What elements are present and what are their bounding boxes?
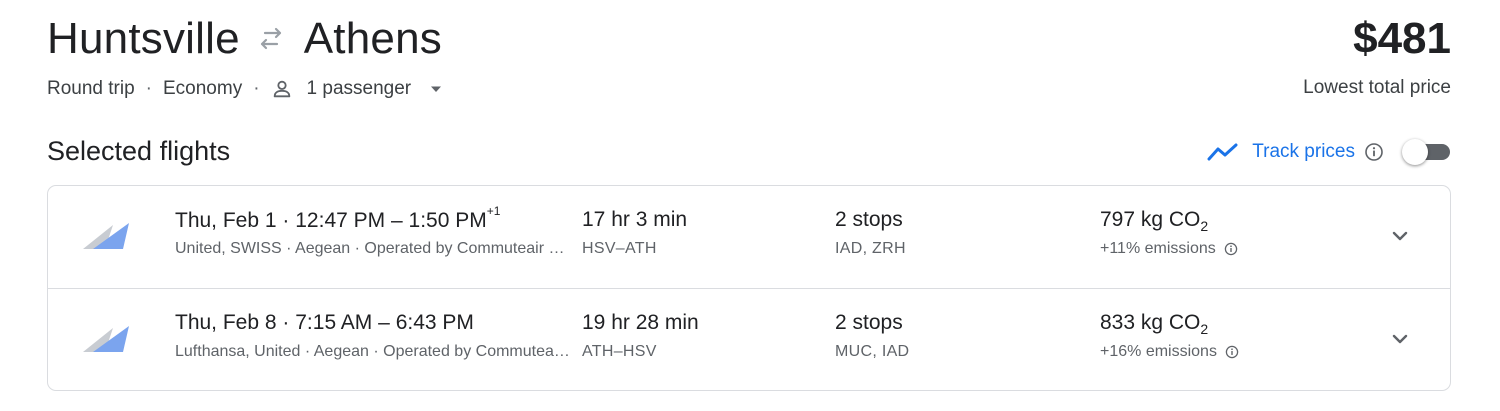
- flight-row[interactable]: Thu, Feb 8 · 7:15 AM – 6:43 PM Lufthansa…: [48, 289, 1450, 390]
- flight-times: Thu, Feb 8 · 7:15 AM – 6:43 PM: [175, 311, 474, 335]
- toggle-knob: [1402, 139, 1428, 165]
- flight-date: Thu, Feb 8: [175, 311, 277, 334]
- co2-amount: 797 kg CO2: [1100, 208, 1209, 234]
- trip-options: Round trip · Economy · 1 passenger: [47, 76, 443, 102]
- arrival-time: 1:50 PM: [408, 209, 487, 232]
- emissions-percent: +11% emissions: [1100, 240, 1216, 257]
- stop-count: 2 stops: [835, 311, 903, 334]
- flight-times: Thu, Feb 1 · 12:47 PM – 1:50 PM+1: [175, 204, 500, 233]
- chevron-down-icon[interactable]: [1388, 224, 1412, 248]
- total-price: $481: [1353, 14, 1451, 63]
- track-prices[interactable]: Track prices: [1207, 135, 1452, 169]
- track-prices-label[interactable]: Track prices: [1252, 141, 1355, 163]
- time-dash: –: [390, 209, 403, 232]
- co2-subscript: 2: [1200, 321, 1209, 337]
- info-icon[interactable]: [1364, 142, 1384, 162]
- day-offset: +1: [486, 204, 501, 218]
- route-title: Huntsville Athens: [47, 14, 442, 64]
- co2-value: 833 kg CO: [1100, 311, 1201, 334]
- separator-dot: ·: [282, 209, 290, 232]
- separator-dot: ·: [253, 78, 260, 99]
- section-title: Selected flights: [47, 136, 231, 166]
- info-icon[interactable]: [1225, 345, 1239, 359]
- lowest-price-label: Lowest total price: [1303, 77, 1451, 98]
- passenger-count[interactable]: 1 passenger: [307, 78, 412, 100]
- airline-logo-icon: [83, 326, 129, 352]
- co2-value: 797 kg CO: [1100, 208, 1201, 231]
- route-codes: HSV–ATH: [582, 240, 657, 257]
- trip-header: Huntsville Athens $481: [47, 10, 1451, 70]
- trip-type: Round trip: [47, 78, 135, 99]
- airline-logo-icon: [83, 223, 129, 249]
- flight-duration: 17 hr 3 min: [582, 208, 688, 231]
- destination-city: Athens: [303, 14, 442, 63]
- airline-names: United, SWISS · Aegean · Operated by Com…: [175, 240, 570, 257]
- person-icon: [273, 80, 290, 98]
- separator-dot: ·: [145, 78, 152, 99]
- co2-subscript: 2: [1200, 218, 1209, 234]
- time-dash: –: [378, 311, 390, 334]
- emissions-percent: +16% emissions: [1100, 343, 1217, 360]
- flight-duration: 19 hr 28 min: [582, 311, 699, 334]
- arrival-time: 6:43 PM: [395, 311, 474, 334]
- stop-count: 2 stops: [835, 208, 903, 231]
- emissions-note: +16% emissions: [1100, 343, 1239, 361]
- co2-amount: 833 kg CO2: [1100, 311, 1209, 337]
- caret-down-icon[interactable]: [429, 82, 443, 96]
- selected-flights-card: Thu, Feb 1 · 12:47 PM – 1:50 PM+1 United…: [47, 185, 1451, 391]
- departure-time: 12:47 PM: [295, 209, 386, 232]
- airline-names: Lufthansa, United · Aegean · Operated by…: [175, 343, 570, 360]
- trending-icon: [1207, 143, 1238, 161]
- route-codes: ATH–HSV: [582, 343, 657, 360]
- origin-city: Huntsville: [47, 14, 240, 63]
- info-icon[interactable]: [1224, 242, 1238, 256]
- stop-airports: MUC, IAD: [835, 343, 910, 360]
- flight-row[interactable]: Thu, Feb 1 · 12:47 PM – 1:50 PM+1 United…: [48, 186, 1450, 289]
- swap-arrows-icon: [260, 27, 281, 50]
- stop-airports: IAD, ZRH: [835, 240, 906, 257]
- separator-dot: ·: [282, 311, 290, 334]
- departure-time: 7:15 AM: [295, 311, 373, 334]
- flight-date: Thu, Feb 1: [175, 209, 277, 232]
- track-prices-toggle[interactable]: [1402, 139, 1452, 165]
- emissions-note: +11% emissions: [1100, 240, 1238, 258]
- cabin-class: Economy: [163, 78, 243, 99]
- chevron-down-icon[interactable]: [1388, 327, 1412, 351]
